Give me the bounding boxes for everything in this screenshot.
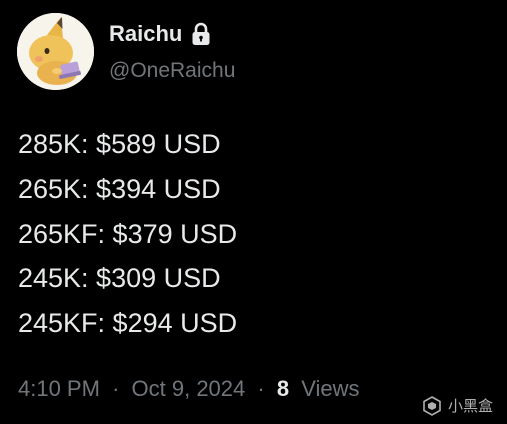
watermark-text: 小黑盒 [447,398,493,415]
tweet-time[interactable]: 4:10 PM [18,376,100,401]
tweet-text: 285K: $589 USD 265K: $394 USD 265KF: $37… [18,122,237,346]
views-count[interactable]: 8 [277,376,289,401]
tweet-line: 245K: $309 USD [18,263,221,294]
meta-separator: · [112,376,120,401]
lock-icon [190,22,212,46]
xiaoheihe-logo-icon [422,395,442,416]
raichu-avatar-icon [17,13,94,90]
tweet-card: Raichu @OneRaichu 285K: $589 USD 265K: $… [0,0,507,424]
tweet-metadata: 4:10 PM · Oct 9, 2024 · 8 Views [18,374,360,404]
tweet-line: 265KF: $379 USD [18,218,238,249]
tweet-date[interactable]: Oct 9, 2024 [132,376,246,401]
author-display-name[interactable]: Raichu [109,20,182,48]
meta-separator: · [257,376,265,401]
watermark: 小黑盒 [422,395,493,416]
tweet-line: 245KF: $294 USD [18,308,238,339]
views-label[interactable]: Views [301,376,359,401]
author-handle[interactable]: @OneRaichu [109,58,235,84]
tweet-line: 285K: $589 USD [18,129,221,159]
tweet-line: 265K: $394 USD [18,173,221,204]
author-name-row: Raichu [109,20,212,48]
author-avatar[interactable] [17,13,94,90]
